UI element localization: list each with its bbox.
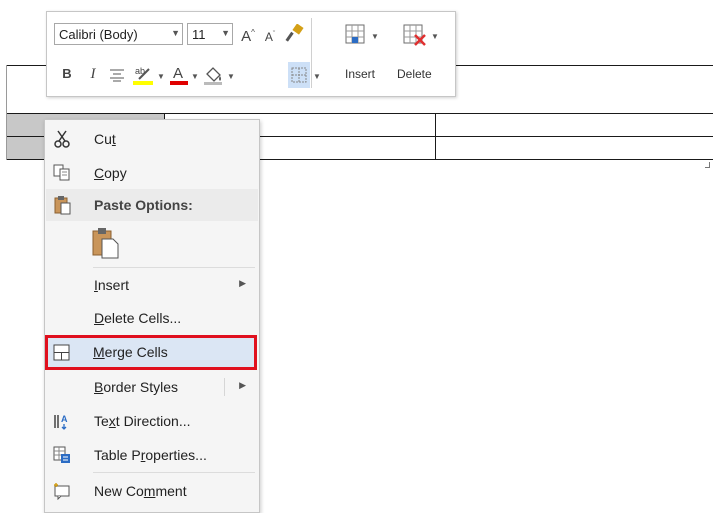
paste-keep-formatting-icon[interactable] <box>91 226 121 260</box>
menu-item-label: Table Properties... <box>94 447 207 463</box>
merge-cells-icon <box>53 344 70 361</box>
context-menu: Cut Copy Paste Options: Insert ▶ Delete … <box>44 119 260 513</box>
delete-table-icon[interactable] <box>403 24 429 46</box>
menu-item-border-styles[interactable]: Border Styles ▶ <box>46 372 258 402</box>
menu-item-new-comment[interactable]: New Comment <box>46 476 258 506</box>
shrink-font-icon[interactable]: Aˇ <box>261 27 279 45</box>
menu-item-cut[interactable]: Cut <box>46 124 258 154</box>
scissors-icon <box>54 130 70 148</box>
paste-options-label: Paste Options: <box>94 197 193 213</box>
menu-item-table-properties[interactable]: Table Properties... <box>46 440 258 470</box>
svg-text:A: A <box>61 414 68 424</box>
toolbar-separator <box>311 18 312 88</box>
submenu-arrow-icon[interactable]: ▶ <box>239 380 246 391</box>
menu-item-label: Text Direction... <box>94 413 191 429</box>
italic-icon[interactable]: I <box>85 66 101 82</box>
menu-item-label: Border Styles <box>94 379 179 395</box>
menu-item-label: New Comment <box>94 483 187 499</box>
menu-item-insert[interactable]: Insert ▶ <box>46 270 258 300</box>
format-painter-icon[interactable] <box>285 24 305 44</box>
menu-item-text-direction[interactable]: A Text Direction... <box>46 406 258 436</box>
paste-options-header: Paste Options: <box>46 189 258 221</box>
chevron-down-icon[interactable]: ▼ <box>191 72 199 81</box>
font-name-box[interactable]: Calibri (Body) ▼ <box>54 23 183 45</box>
font-size-value: 11 <box>192 27 206 42</box>
chevron-down-icon[interactable]: ▼ <box>171 28 180 38</box>
clipboard-icon <box>54 196 71 215</box>
menu-item-label: Copy <box>94 165 127 181</box>
menu-item-copy[interactable]: Copy <box>46 158 258 188</box>
insert-table-icon[interactable] <box>345 24 371 46</box>
chevron-down-icon[interactable]: ▼ <box>157 72 165 81</box>
insert-label[interactable]: Insert <box>345 67 375 81</box>
chevron-down-icon[interactable]: ▼ <box>313 72 321 81</box>
mini-toolbar: Calibri (Body) ▼ 11 ▼ A^ Aˇ ▼ ▼ Insert D… <box>46 11 456 97</box>
menu-separator <box>93 472 255 473</box>
font-size-box[interactable]: 11 ▼ <box>187 23 233 45</box>
font-name-value: Calibri (Body) <box>59 27 138 42</box>
menu-separator <box>93 267 255 268</box>
menu-item-label: Delete Cells... <box>94 310 182 326</box>
menu-item-merge-cells[interactable]: Merge Cells <box>45 335 257 370</box>
table-properties-icon <box>53 446 70 463</box>
submenu-arrow-icon: ▶ <box>239 278 246 288</box>
chevron-down-icon[interactable]: ▼ <box>227 72 235 81</box>
split-divider <box>224 378 225 396</box>
highlight-icon[interactable]: ab <box>133 64 155 86</box>
center-align-icon[interactable] <box>109 68 125 82</box>
svg-text:A: A <box>173 65 183 82</box>
menu-item-label: Merge Cells <box>93 344 168 360</box>
font-color-icon[interactable]: A <box>169 64 189 86</box>
table-column-line <box>435 114 436 160</box>
table-row-line <box>6 113 713 114</box>
bold-icon[interactable]: B <box>59 66 75 82</box>
chevron-down-icon[interactable]: ▼ <box>371 32 379 41</box>
menu-item-delete-cells[interactable]: Delete Cells... <box>46 303 258 333</box>
menu-item-label: Insert <box>94 277 130 293</box>
shading-icon[interactable] <box>203 64 225 86</box>
chevron-down-icon[interactable]: ▼ <box>431 32 439 41</box>
borders-icon[interactable] <box>291 67 307 83</box>
row-end-marker <box>705 162 710 168</box>
text-direction-icon: A <box>54 414 68 430</box>
grow-font-icon[interactable]: A^ <box>239 25 257 45</box>
borders-button[interactable] <box>288 62 310 88</box>
new-comment-icon <box>54 483 70 500</box>
copy-icon <box>53 164 70 181</box>
menu-item-label: Cut <box>94 131 116 147</box>
table-left-border <box>6 65 7 160</box>
delete-label[interactable]: Delete <box>397 67 432 81</box>
chevron-down-icon[interactable]: ▼ <box>221 28 230 38</box>
